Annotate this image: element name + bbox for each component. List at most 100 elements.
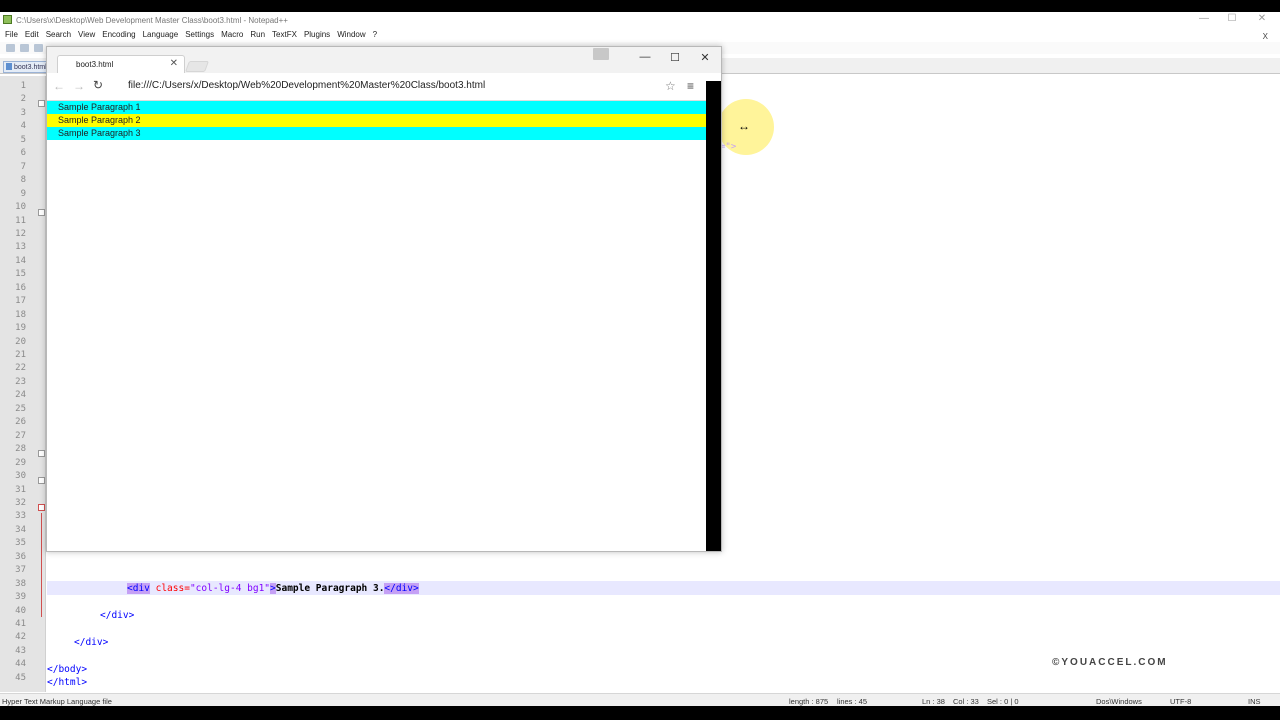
menu-search[interactable]: Search — [45, 28, 77, 42]
notepad-tab-boot3[interactable]: boot3.html — [3, 61, 47, 73]
line-number: 22 — [15, 363, 26, 374]
line-number: 6 — [20, 148, 26, 159]
line-number: 15 — [15, 269, 26, 280]
file-tab-icon — [6, 63, 12, 70]
status-length: length : 875 — [789, 697, 829, 706]
browser-title-bar: boot3.html ✕ — ☐ ✕ — [47, 47, 721, 73]
forward-icon[interactable]: → — [73, 79, 85, 93]
notepad-tab-label: boot3.html — [14, 64, 47, 71]
code-line-42: </div> — [74, 637, 109, 648]
line-number: 19 — [15, 323, 26, 334]
notepad-menu-bar: File Edit Search View Encoding Language … — [0, 28, 1280, 42]
browser-minimize-icon[interactable]: — — [635, 51, 655, 63]
line-number: 17 — [15, 296, 26, 307]
browser-tab[interactable]: boot3.html ✕ — [57, 55, 185, 73]
line-number: 23 — [15, 376, 26, 387]
browser-window: boot3.html ✕ — ☐ ✕ ← → ↻ file:///C:/User… — [46, 46, 722, 552]
fold-line — [41, 513, 42, 617]
watermark: ©YOUACCEL.COM — [1052, 657, 1168, 668]
screen: C:\Users\x\Desktop\Web Development Maste… — [0, 12, 1280, 706]
fold-marker-icon[interactable] — [38, 100, 45, 107]
code-line-40: </div> — [100, 610, 135, 621]
status-encoding[interactable]: UTF-8 — [1170, 697, 1191, 706]
menu-textfx[interactable]: TextFX — [271, 28, 303, 42]
menu-window[interactable]: Window — [336, 28, 371, 42]
new-file-icon[interactable] — [6, 44, 15, 52]
paragraph-3: Sample Paragraph 3 — [47, 127, 707, 140]
line-number: 25 — [15, 403, 26, 414]
line-number: 7 — [20, 161, 26, 172]
menu-plugins[interactable]: Plugins — [303, 28, 336, 42]
menu-macro[interactable]: Macro — [220, 28, 249, 42]
tag-div-open: <div — [127, 583, 150, 594]
line-number: 41 — [15, 619, 26, 629]
code-fragment: ="> — [720, 142, 737, 152]
open-file-icon[interactable] — [20, 44, 29, 52]
menu-language[interactable]: Language — [142, 28, 185, 42]
line-number: 26 — [15, 417, 26, 428]
fold-marker-icon[interactable] — [38, 477, 45, 484]
line-number: 38 — [15, 578, 26, 589]
menu-settings[interactable]: Settings — [184, 28, 220, 42]
resize-cursor-icon: ↔ — [738, 119, 750, 133]
browser-close-icon[interactable]: ✕ — [695, 51, 715, 64]
menu-file[interactable]: File — [4, 28, 24, 42]
menu-encoding[interactable]: Encoding — [101, 28, 141, 42]
code-line-38: <div class="col-lg-4 bg1">Sample Paragra… — [127, 582, 419, 595]
user-profile-icon[interactable] — [593, 48, 609, 60]
notepad-minimize-icon[interactable]: — — [1196, 13, 1212, 24]
menu-view[interactable]: View — [77, 28, 101, 42]
status-eol[interactable]: Dos\Windows — [1096, 697, 1142, 706]
line-number: 28 — [15, 444, 26, 455]
line-number: 45 — [15, 672, 26, 683]
line-number: 32 — [15, 497, 26, 508]
status-col: Col : 33 — [953, 697, 979, 706]
line-number: 31 — [15, 484, 26, 495]
tab-close-icon[interactable]: ✕ — [170, 58, 178, 69]
line-number: 37 — [15, 565, 26, 576]
line-number: 27 — [15, 430, 26, 441]
browser-scroll-region — [706, 81, 721, 551]
line-number: 43 — [15, 645, 26, 656]
bookmark-star-icon[interactable]: ☆ — [665, 79, 676, 93]
attr-class: class= — [149, 583, 190, 594]
notepad-title-bar: C:\Users\x\Desktop\Web Development Maste… — [0, 12, 1280, 28]
menu-run[interactable]: Run — [249, 28, 271, 42]
line-number: 16 — [15, 282, 26, 293]
status-filetype: Hyper Text Markup Language file — [2, 697, 112, 706]
line-number: 18 — [15, 309, 26, 320]
document-close-icon[interactable]: X — [1262, 30, 1274, 41]
fold-marker-icon[interactable] — [38, 504, 45, 511]
new-tab-button[interactable] — [184, 61, 210, 72]
line-number: 24 — [15, 390, 26, 401]
line-number: 3 — [20, 107, 26, 118]
reload-icon[interactable]: ↻ — [93, 78, 103, 92]
text-content: Sample Paragraph 3. — [275, 583, 385, 594]
line-number: 35 — [15, 538, 26, 549]
browser-toolbar: ← → ↻ file:///C:/Users/x/Desktop/Web%20D… — [47, 73, 721, 101]
menu-edit[interactable]: Edit — [24, 28, 45, 42]
browser-tab-title: boot3.html — [76, 60, 114, 69]
line-number: 30 — [15, 471, 26, 482]
line-number: 8 — [20, 175, 26, 186]
line-number: 34 — [15, 524, 26, 535]
browser-viewport: Sample Paragraph 1 Sample Paragraph 2 Sa… — [47, 101, 707, 551]
back-icon[interactable]: ← — [53, 79, 65, 93]
status-bar: Hyper Text Markup Language file length :… — [0, 693, 1280, 706]
status-lines: lines : 45 — [837, 697, 868, 706]
save-file-icon[interactable] — [34, 44, 43, 52]
fold-marker-icon[interactable] — [38, 450, 45, 457]
line-number: 5 — [20, 134, 26, 145]
menu-help[interactable]: ? — [372, 28, 383, 42]
line-number: 11 — [15, 215, 26, 226]
line-number: 10 — [15, 202, 26, 213]
status-line-pos: Ln : 38 — [922, 697, 945, 706]
notepad-close-icon[interactable]: ✕ — [1254, 13, 1270, 24]
browser-maximize-icon[interactable]: ☐ — [665, 51, 685, 64]
notepad-maximize-icon[interactable]: ☐ — [1224, 13, 1240, 24]
fold-marker-icon[interactable] — [38, 209, 45, 216]
address-bar[interactable]: file:///C:/Users/x/Desktop/Web%20Develop… — [111, 77, 685, 95]
code-line-44: </body> — [47, 664, 88, 675]
browser-menu-icon[interactable]: ≡ — [687, 79, 694, 93]
status-mode: INS — [1248, 697, 1261, 706]
